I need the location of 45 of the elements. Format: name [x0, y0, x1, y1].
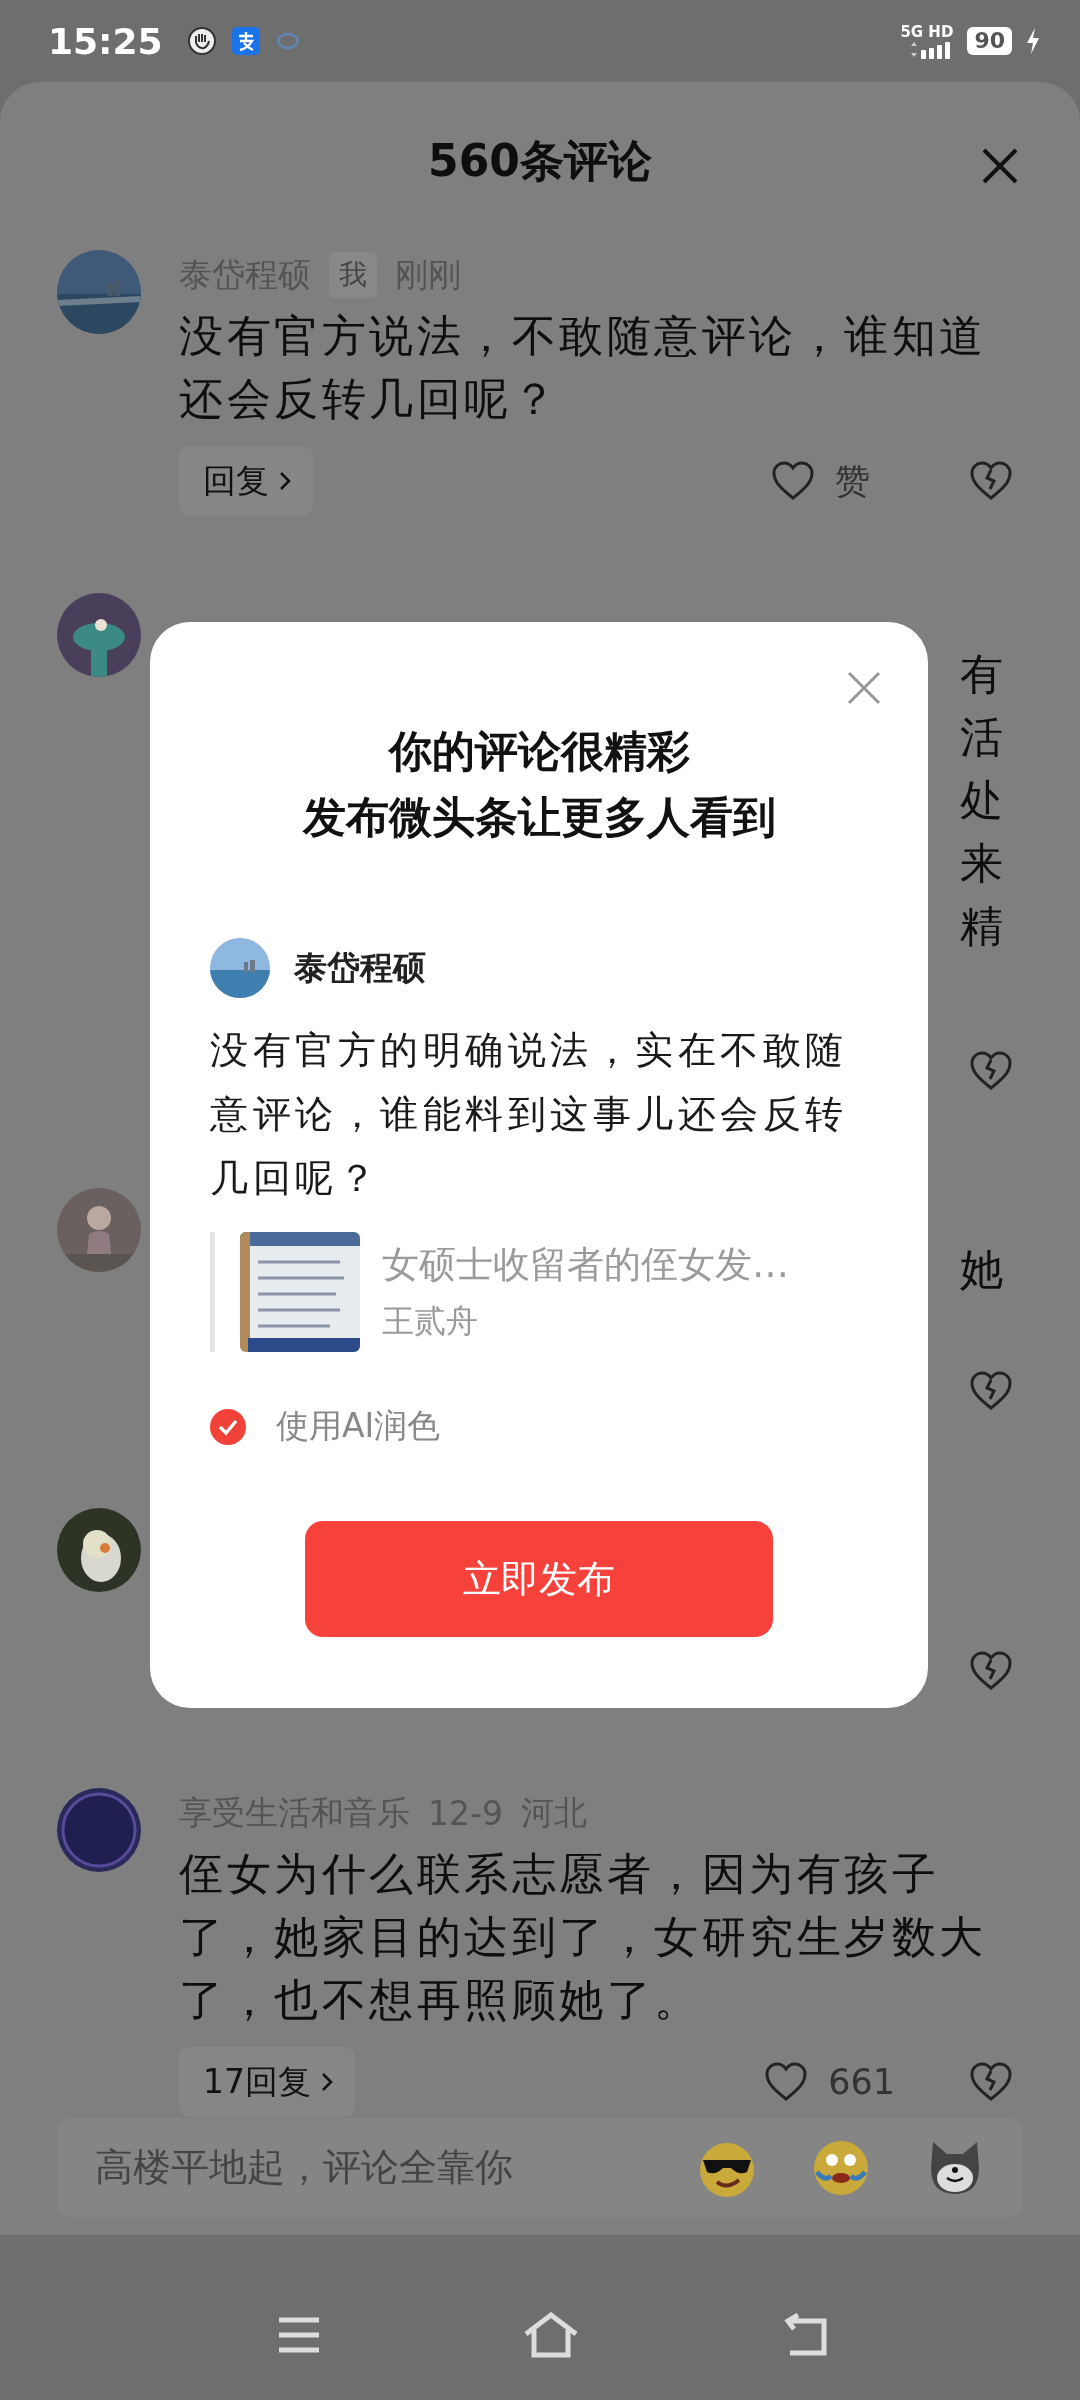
chevron-icon: [321, 2072, 333, 2093]
author-name: 泰岱程硕: [294, 946, 426, 989]
article-title: 女硕士收留者的侄女发…: [382, 1242, 789, 1288]
broken-heart-icon[interactable]: [969, 461, 1013, 502]
app-icon: [230, 26, 261, 56]
charging-icon: [1026, 27, 1040, 55]
author-tag: 我: [329, 252, 377, 299]
battery-indicator: 90: [967, 27, 1012, 55]
close-icon[interactable]: [846, 670, 882, 706]
heart-icon[interactable]: [771, 461, 815, 502]
dialog-title: 发布微头条让更多人看到: [302, 791, 776, 844]
comment-text: 没有官方说法，不敢随意评论，谁知道还会反转几回呢？: [179, 309, 988, 427]
broken-heart-icon[interactable]: [969, 1371, 1013, 1412]
menu-icon[interactable]: [276, 2315, 322, 2355]
comment-input[interactable]: 高楼平地起，评论全靠你: [57, 2118, 1023, 2217]
article-author: 王贰舟: [382, 1301, 479, 1342]
comment-text: 有: [960, 648, 1003, 702]
broken-heart-icon[interactable]: [969, 1651, 1013, 1692]
like-count: 661: [828, 2062, 895, 2103]
network-label: 5G HD: [900, 23, 954, 41]
dialog-title: 你的评论很精彩: [388, 725, 690, 778]
comment-text: 活: [960, 711, 1003, 765]
comment-text: 来: [960, 837, 1003, 891]
comment-text: 处: [960, 774, 1003, 828]
chevron-icon: [279, 471, 291, 492]
comment-text: 侄女为什么联系志愿者，因为有孩子了，她家目的达到了，女研究生岁数大了，也不想再照顾她了。: [179, 1847, 988, 2028]
like-count: 赞: [835, 459, 871, 503]
status-time: 15:25: [48, 20, 163, 62]
sheet-title: 560条评论: [428, 133, 652, 188]
comment-text: 她: [960, 1243, 1003, 1297]
hand-icon: [186, 26, 217, 56]
heart-icon[interactable]: [764, 2062, 809, 2103]
broken-heart-icon[interactable]: [969, 2062, 1013, 2103]
reply-button[interactable]: 回复: [179, 446, 313, 517]
broken-heart-icon[interactable]: [969, 1051, 1013, 1092]
quoted-article[interactable]: 女硕士收留者的侄女发… 王贰舟: [210, 1232, 868, 1352]
post-text: 没有官方的明确说法，实在不敢随意评论，谁能料到这事儿还会反转几回呢？: [210, 1027, 849, 1202]
home-icon[interactable]: [522, 2312, 580, 2358]
close-icon[interactable]: [980, 146, 1020, 186]
publish-button[interactable]: 立即发布: [305, 1521, 773, 1637]
comment-text: 精: [960, 900, 1003, 954]
input-placeholder: 高楼平地起，评论全靠你: [95, 2144, 513, 2192]
checkbox[interactable]: [210, 1408, 246, 1445]
reply-button[interactable]: 17回复: [179, 2047, 355, 2118]
checkbox-label: 使用AI润色: [276, 1405, 441, 1447]
